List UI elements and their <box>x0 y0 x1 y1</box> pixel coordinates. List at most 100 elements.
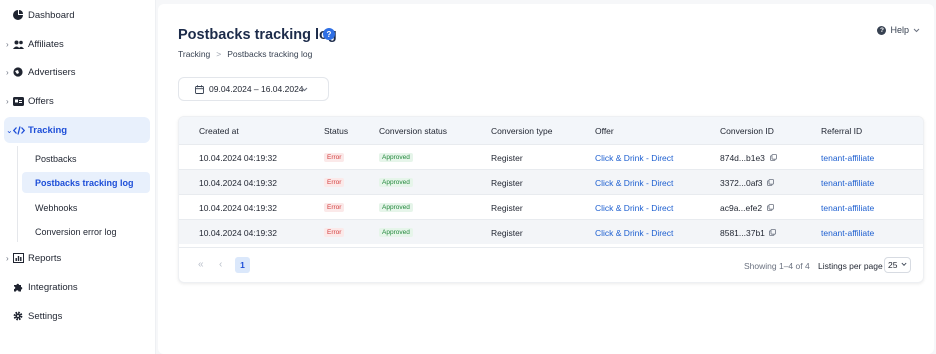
breadcrumb: Tracking > Postbacks tracking log <box>178 49 312 59</box>
conversion-status-badge: Approved <box>379 178 413 187</box>
sidebar-subitem-conversion-error-log[interactable]: Conversion error log <box>22 221 117 242</box>
sidebar-item-tracking[interactable]: ⌄ Tracking <box>4 117 150 143</box>
cell-conversion-id: 874d...b1e3 <box>720 153 765 163</box>
page-number-button[interactable]: 1 <box>235 257 250 273</box>
sidebar-item-label: Offers <box>28 95 54 107</box>
cell-created-at: 10.04.2024 04:19:32 <box>199 178 277 188</box>
cell-created-at: 10.04.2024 04:19:32 <box>199 228 277 238</box>
table-row[interactable]: 10.04.2024 04:19:32 Error Approved Regis… <box>179 219 923 244</box>
sidebar-subitem-label: Conversion error log <box>35 226 117 237</box>
column-header-conversion-type[interactable]: Conversion type <box>491 126 552 136</box>
offer-link[interactable]: Click & Drink - Direct <box>595 228 673 238</box>
conversion-status-badge: Approved <box>379 203 413 212</box>
chevron-right-icon: › <box>6 39 9 49</box>
column-header-conversion-status[interactable]: Conversion status <box>379 126 447 136</box>
sidebar-item-label: Advertisers <box>28 66 76 78</box>
column-header-offer[interactable]: Offer <box>595 126 614 136</box>
code-icon <box>13 124 25 136</box>
sidebar: Dashboard › Affiliates › Advertisers › O… <box>0 0 156 354</box>
showing-count: Showing 1–4 of 4 <box>744 261 810 271</box>
sidebar-subitem-label: Postbacks tracking log <box>35 177 134 188</box>
sidebar-item-label: Integrations <box>28 281 78 293</box>
chevron-down-icon <box>301 87 308 92</box>
referral-link[interactable]: tenant-affiliate <box>821 203 874 213</box>
page-title: Postbacks tracking log <box>178 27 337 43</box>
status-badge: Error <box>324 178 345 187</box>
column-header-conversion-id[interactable]: Conversion ID <box>720 126 774 136</box>
copy-icon[interactable] <box>767 204 774 211</box>
date-range-value: 09.04.2024 – 16.04.2024 <box>209 84 304 94</box>
first-page-button[interactable]: « <box>198 259 204 270</box>
sidebar-subitem-label: Postbacks <box>35 153 77 164</box>
per-page-value: 25 <box>888 260 898 270</box>
sidebar-subitem-webhooks[interactable]: Webhooks <box>22 197 77 218</box>
globe-icon <box>12 66 24 78</box>
copy-icon[interactable] <box>769 229 776 236</box>
conversion-status-badge: Approved <box>379 228 413 237</box>
cell-created-at: 10.04.2024 04:19:32 <box>199 153 277 163</box>
cell-conversion-id: 8581...37b1 <box>720 228 765 238</box>
chevron-right-icon: › <box>6 67 9 77</box>
sidebar-item-label: Reports <box>28 252 62 264</box>
status-badge: Error <box>324 228 345 237</box>
chevron-down-icon <box>901 262 907 266</box>
referral-link[interactable]: tenant-affiliate <box>821 153 874 163</box>
listings-per-page-label: Listings per page <box>818 261 883 271</box>
users-icon <box>12 38 24 50</box>
main-area: Postbacks tracking log ? Tracking > Post… <box>156 0 936 354</box>
cell-conversion-type: Register <box>491 178 523 188</box>
sidebar-item-label: Tracking <box>28 124 68 136</box>
sidebar-item-label: Dashboard <box>28 9 75 21</box>
pie-chart-icon <box>12 9 24 21</box>
question-icon[interactable]: ? <box>323 28 335 40</box>
cell-conversion-type: Register <box>491 228 523 238</box>
cell-conversion-id: ac9a...efe2 <box>720 203 763 213</box>
sidebar-subitem-postbacks-tracking-log[interactable]: Postbacks tracking log <box>22 172 150 193</box>
prev-page-button[interactable]: ‹ <box>219 259 222 270</box>
per-page-select[interactable]: 25 <box>884 257 911 273</box>
table-row[interactable]: 10.04.2024 04:19:32 Error Approved Regis… <box>179 169 923 194</box>
status-badge: Error <box>324 153 345 162</box>
offer-link[interactable]: Click & Drink - Direct <box>595 153 673 163</box>
help-menu[interactable]: ? Help <box>877 25 920 35</box>
offer-link[interactable]: Click & Drink - Direct <box>595 203 673 213</box>
puzzle-icon <box>12 281 24 293</box>
help-icon: ? <box>877 25 887 35</box>
chevron-right-icon: › <box>6 253 9 263</box>
chevron-right-icon: › <box>6 96 9 106</box>
conversion-status-badge: Approved <box>379 153 413 162</box>
copy-icon[interactable] <box>770 154 777 161</box>
cell-created-at: 10.04.2024 04:19:32 <box>199 203 277 213</box>
column-header-created-at[interactable]: Created at <box>199 126 239 136</box>
content-panel: Postbacks tracking log ? Tracking > Post… <box>158 4 934 354</box>
cell-conversion-id: 3372...0af3 <box>720 178 763 188</box>
breadcrumb-item-current: Postbacks tracking log <box>227 49 313 59</box>
column-header-referral-id[interactable]: Referral ID <box>821 126 862 136</box>
chevron-down-icon: ⌄ <box>6 125 13 135</box>
sidebar-item-label: Settings <box>28 310 63 322</box>
offer-link[interactable]: Click & Drink - Direct <box>595 178 673 188</box>
pagination: « ‹ 1 Showing 1–4 of 4 Listings per page… <box>179 247 923 282</box>
column-header-status[interactable]: Status <box>324 126 348 136</box>
cell-conversion-type: Register <box>491 153 523 163</box>
table-row[interactable]: 10.04.2024 04:19:32 Error Approved Regis… <box>179 144 923 169</box>
date-range-picker[interactable]: 09.04.2024 – 16.04.2024 <box>178 77 329 101</box>
postbacks-table: Created at Status Conversion status Conv… <box>178 116 924 283</box>
chevron-down-icon <box>913 28 920 32</box>
referral-link[interactable]: tenant-affiliate <box>821 228 874 238</box>
status-badge: Error <box>324 203 345 212</box>
report-icon <box>12 252 24 264</box>
sidebar-subitem-postbacks[interactable]: Postbacks <box>22 148 77 169</box>
breadcrumb-separator: > <box>216 49 222 59</box>
referral-link[interactable]: tenant-affiliate <box>821 178 874 188</box>
breadcrumb-item-tracking[interactable]: Tracking <box>178 49 210 59</box>
table-row[interactable]: 10.04.2024 04:19:32 Error Approved Regis… <box>179 194 923 219</box>
gear-icon <box>12 310 24 322</box>
offer-card-icon <box>12 95 24 107</box>
table-header: Created at Status Conversion status Conv… <box>179 117 923 144</box>
help-label: Help <box>890 25 909 35</box>
copy-icon[interactable] <box>767 179 774 186</box>
submenu-guide-line <box>17 146 18 242</box>
sidebar-subitem-label: Webhooks <box>35 202 78 213</box>
cell-conversion-type: Register <box>491 203 523 213</box>
